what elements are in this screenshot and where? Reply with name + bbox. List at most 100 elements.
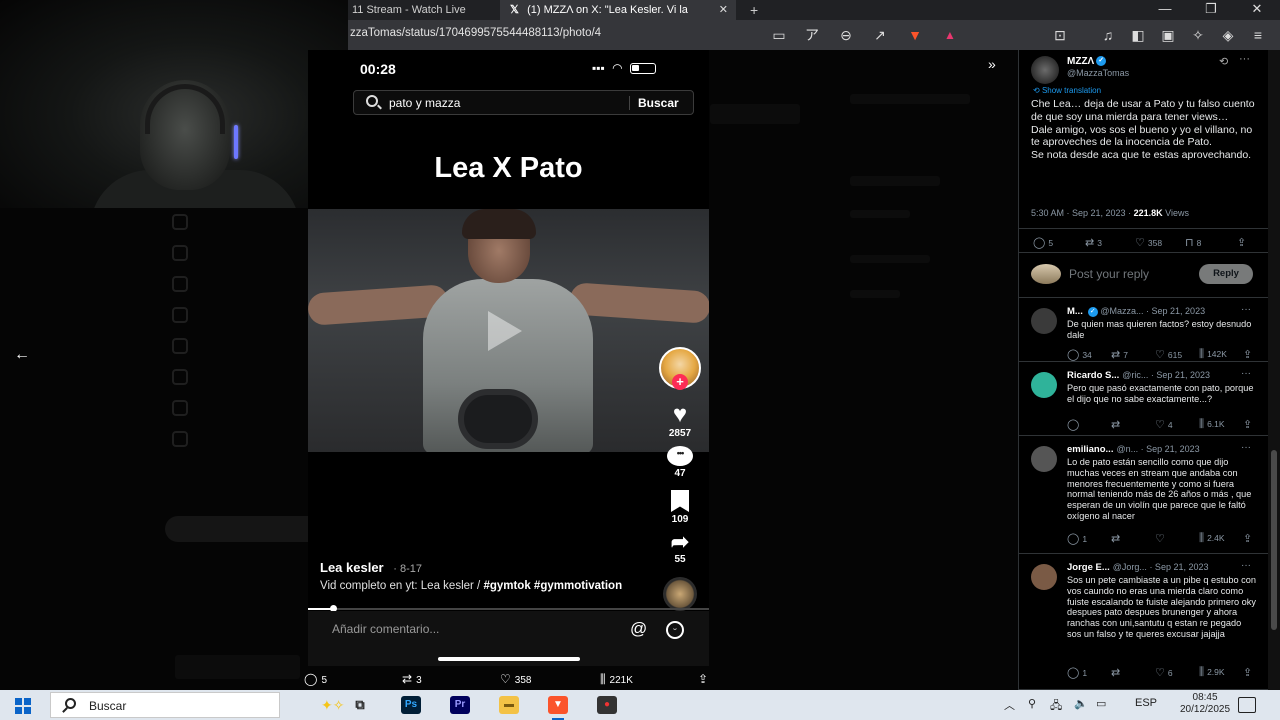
reply-share-button[interactable]: ⇪ xyxy=(1243,532,1255,545)
reply-views-button[interactable]: ⫼ 2.4K xyxy=(1199,532,1225,545)
reply-repost-button[interactable]: ⇄ 7 xyxy=(1111,348,1128,361)
brave-rewards-icon[interactable]: ▲ xyxy=(940,26,960,44)
reply-avatar[interactable] xyxy=(1031,446,1057,472)
reply-reply-button[interactable]: ◯ 1 xyxy=(1067,666,1087,679)
menu-icon[interactable]: ≡ xyxy=(1248,26,1268,44)
task-view-icon[interactable]: ⧉ xyxy=(350,696,370,714)
reply-reply-button[interactable]: ◯ xyxy=(1067,418,1082,431)
minimize-button[interactable]: — xyxy=(1142,0,1188,20)
reply-repost-button[interactable]: ⇄ xyxy=(1111,666,1123,679)
reply-like-button[interactable]: ♡ xyxy=(1155,532,1168,545)
reply-item[interactable]: emiliano... @n... · Sep 21, 2023 ··· Lo de … xyxy=(1019,440,1268,554)
reply-more-icon[interactable]: ··· xyxy=(1241,560,1251,571)
reply-handle[interactable]: @ric... xyxy=(1122,370,1148,380)
close-window-button[interactable]: ✕ xyxy=(1234,0,1280,20)
reply-author-name[interactable]: M... xyxy=(1067,306,1083,317)
reply-views-button[interactable]: ⫼ 142K xyxy=(1199,348,1227,361)
new-tab-button[interactable]: + xyxy=(750,0,758,20)
obs-icon[interactable]: ● xyxy=(597,696,617,714)
grok-icon[interactable]: ⟲ xyxy=(1219,55,1228,68)
reply-handle[interactable]: @Jorg... xyxy=(1113,562,1147,572)
tweet-share-button[interactable]: ⇪ xyxy=(1237,236,1249,249)
reply-like-button[interactable]: ♡ 4 xyxy=(1155,418,1173,431)
page-scrollbar[interactable] xyxy=(1268,50,1280,690)
photo-share-button[interactable]: ⇪ xyxy=(698,672,712,686)
post-photo[interactable]: 00:28 ▪▪▪ ◠ pato y mazza Buscar Lea X Pa… xyxy=(308,50,709,666)
author-handle[interactable]: @MazzaTomas xyxy=(1067,68,1129,78)
reply-share-button[interactable]: ⇪ xyxy=(1243,418,1255,431)
notification-center-icon[interactable]: 2 xyxy=(1238,697,1256,713)
reply-repost-button[interactable]: ⇄ xyxy=(1111,418,1123,431)
author-avatar[interactable] xyxy=(1031,56,1059,84)
brave-shields-icon[interactable]: ▼ xyxy=(905,26,925,44)
input-language[interactable]: ESP xyxy=(1135,697,1157,709)
reply-repost-button[interactable]: ⇄ xyxy=(1111,532,1123,545)
reply-avatar[interactable] xyxy=(1031,372,1057,398)
translate-icon[interactable]: ア xyxy=(802,26,822,44)
close-tab-icon[interactable]: ✕ xyxy=(719,0,728,20)
reply-handle[interactable]: @n... xyxy=(1116,444,1138,454)
reply-author-name[interactable]: Jorge E... xyxy=(1067,562,1110,573)
photo-views-button[interactable]: ⫼ 221K xyxy=(600,672,633,687)
reply-item[interactable]: Ricardo S... @ric... · Sep 21, 2023 ··· Per… xyxy=(1019,366,1268,436)
reply-share-button[interactable]: ⇪ xyxy=(1243,666,1255,679)
maximize-button[interactable]: ❐ xyxy=(1188,0,1234,20)
reply-like-button[interactable]: ♡ 6 xyxy=(1155,666,1173,679)
reply-reply-button[interactable]: ◯ 34 xyxy=(1067,348,1092,361)
vpn-icon[interactable]: ◈ xyxy=(1218,26,1238,44)
share-page-icon[interactable]: ↗ xyxy=(870,26,890,44)
zoom-icon[interactable]: ⊖ xyxy=(836,26,856,44)
tweet-reply-button[interactable]: ◯ 5 xyxy=(1033,236,1053,249)
volume-icon[interactable]: 🔈 xyxy=(1074,697,1088,710)
reply-button[interactable]: Reply xyxy=(1199,264,1253,284)
tab-x-post[interactable]: 𝕏 (1) MZZΛ on X: "Lea Kesler. Vi la ✕ xyxy=(500,0,736,20)
ethernet-icon[interactable]: 🖧 xyxy=(1050,697,1062,716)
more-options-icon[interactable]: ··· xyxy=(1239,53,1250,65)
reply-reply-button[interactable]: ◯ 1 xyxy=(1067,532,1087,545)
tweet-bookmark-button[interactable]: ⊓ 8 xyxy=(1185,236,1201,249)
cast-icon[interactable]: ▭ xyxy=(769,26,789,44)
reply-handle[interactable]: @Mazza... xyxy=(1100,306,1143,316)
photo-reply-button[interactable]: ◯ 5 xyxy=(304,672,327,686)
photo-repost-button[interactable]: ⇄ 3 xyxy=(402,672,422,686)
taskbar-search[interactable]: Buscar ✦✧ xyxy=(50,692,344,718)
back-arrow-icon[interactable]: ← xyxy=(14,346,30,364)
reply-more-icon[interactable]: ··· xyxy=(1241,368,1251,379)
reply-views-button[interactable]: ⫼ 2.9K xyxy=(1199,666,1225,679)
reply-author-name[interactable]: Ricardo S... xyxy=(1067,370,1119,381)
show-translation-link[interactable]: ⟲ Show translation xyxy=(1033,86,1101,95)
tweet-like-button[interactable]: ♡ 358 xyxy=(1135,236,1162,249)
reply-like-button[interactable]: ♡ 615 xyxy=(1155,348,1182,361)
reply-more-icon[interactable]: ··· xyxy=(1241,304,1251,315)
scrollbar-thumb[interactable] xyxy=(1271,450,1277,630)
expand-icon[interactable]: » xyxy=(988,56,996,72)
reply-share-button[interactable]: ⇪ xyxy=(1243,348,1255,361)
reply-avatar[interactable] xyxy=(1031,308,1057,334)
tweet-repost-button[interactable]: ⇄ 3 xyxy=(1085,236,1102,249)
photo-like-button[interactable]: ♡ 358 xyxy=(500,672,531,686)
wallet-icon[interactable]: ▣ xyxy=(1158,26,1178,44)
reply-author-name[interactable]: emiliano... xyxy=(1067,444,1113,455)
reply-views-button[interactable]: ⫼ 6.1K xyxy=(1199,418,1225,431)
file-explorer-icon[interactable]: ▬ xyxy=(499,696,519,714)
screenshot-icon[interactable]: ⊡ xyxy=(1050,26,1070,44)
taskbar-clock[interactable]: 08:45 20/12/2025 xyxy=(1180,692,1230,716)
leo-icon[interactable]: ✧ xyxy=(1188,26,1208,44)
network-status-icon[interactable]: ⚲ xyxy=(1028,697,1036,710)
reply-item[interactable]: Jorge E... @Jorg... · Sep 21, 2023 ··· Sos … xyxy=(1019,558,1268,690)
reply-more-icon[interactable]: ··· xyxy=(1241,442,1251,453)
tray-chevron-icon[interactable]: ︿ xyxy=(1004,697,1015,713)
brave-browser-icon[interactable]: ▼ xyxy=(548,696,568,720)
media-icon[interactable]: ♫ xyxy=(1098,26,1118,44)
windows-start-icon[interactable] xyxy=(15,698,31,714)
sidebar-icon[interactable]: ◧ xyxy=(1128,26,1148,44)
author-name[interactable]: MZZΛ ✓ xyxy=(1067,56,1107,67)
reply-item[interactable]: M... ✓ @Mazza... · Sep 21, 2023 ··· De quie… xyxy=(1019,302,1268,362)
url-field[interactable]: zzaTomas/status/1704699575544488113/phot… xyxy=(350,27,601,39)
reply-avatar[interactable] xyxy=(1031,564,1057,590)
tab-stream[interactable]: 11 Stream - Watch Live xyxy=(352,0,492,20)
reply-input[interactable]: Post your reply xyxy=(1069,267,1149,281)
premiere-icon[interactable]: Pr xyxy=(450,696,470,714)
battery-tray-icon[interactable]: ▭ xyxy=(1096,697,1106,710)
photoshop-icon[interactable]: Ps xyxy=(401,696,421,714)
